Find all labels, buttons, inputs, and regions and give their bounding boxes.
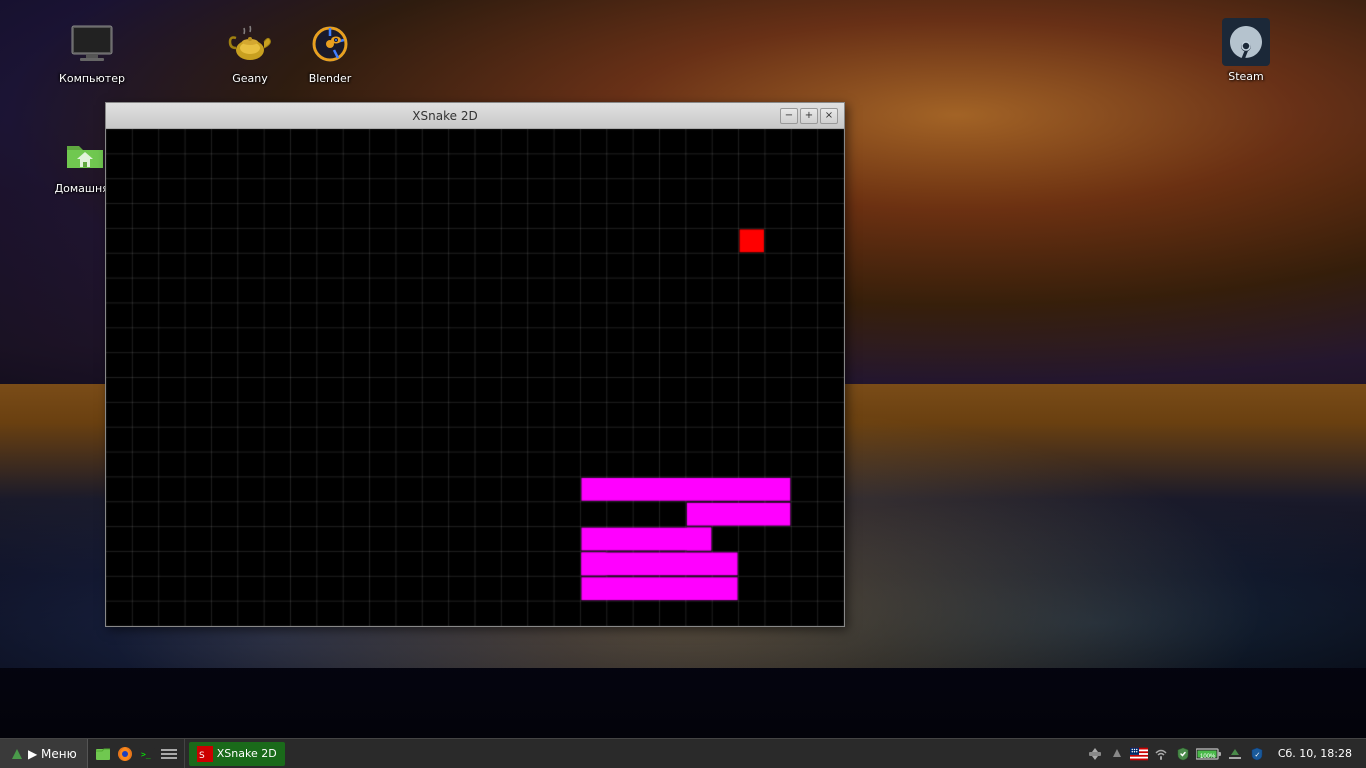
blender-icon (306, 20, 354, 68)
systray-security-icon[interactable]: ✓ (1248, 745, 1266, 763)
steam-icon (1222, 18, 1270, 66)
xsnake-window: XSnake 2D − + × (105, 102, 845, 627)
taskbar-clock: Сб. 10, 18:28 (1270, 747, 1360, 760)
systray-vpn-icon[interactable] (1174, 745, 1192, 763)
taskbar-terminal-icon[interactable]: >_ (136, 743, 158, 765)
svg-text:>_: >_ (141, 750, 151, 759)
taskbar-firefox-icon[interactable] (114, 743, 136, 765)
window-titlebar[interactable]: XSnake 2D − + × (106, 103, 844, 129)
menu-label: ▶ Меню (28, 747, 77, 761)
xsnake-taskbar-icon: S (197, 746, 213, 762)
xsnake-taskbar-label: XSnake 2D (217, 747, 277, 760)
window-maximize-button[interactable]: + (800, 108, 818, 124)
steam-icon-label: Steam (1228, 70, 1264, 83)
taskbar-settings-icon[interactable] (158, 743, 180, 765)
blender-icon-label: Blender (309, 72, 352, 85)
desktop-icon-computer[interactable]: Компьютер (52, 20, 132, 85)
game-canvas[interactable] (106, 129, 844, 626)
geany-icon-label: Geany (232, 72, 268, 85)
desktop-icon-steam[interactable]: Steam (1206, 18, 1286, 83)
systray-keyboard-icon[interactable] (1130, 745, 1148, 763)
taskbar-files-icon[interactable] (92, 743, 114, 765)
window-minimize-button[interactable]: − (780, 108, 798, 124)
svg-text:✓: ✓ (1254, 751, 1260, 759)
window-close-button[interactable]: × (820, 108, 838, 124)
taskbar-menu-button[interactable]: ▶ Меню (0, 739, 88, 768)
desktop-icon-geany[interactable]: Geany (210, 20, 290, 85)
window-title: XSnake 2D (112, 109, 778, 123)
home-icon (61, 130, 109, 178)
grid-canvas (106, 129, 844, 626)
taskbar: ▶ Меню >_ (0, 738, 1366, 768)
taskbar-quicklaunch: >_ (88, 739, 185, 768)
computer-icon-label: Компьютер (59, 72, 125, 85)
taskbar-apps: S XSnake 2D (185, 739, 1080, 768)
desktop-icon-blender[interactable]: Blender (290, 20, 370, 85)
computer-icon (68, 20, 116, 68)
svg-text:100%: 100% (1200, 754, 1216, 760)
systray-wifi-icon[interactable] (1152, 745, 1170, 763)
systray-expand-icon[interactable] (1086, 745, 1104, 763)
geany-icon (226, 20, 274, 68)
svg-text:S: S (199, 751, 205, 761)
desktop: Компьютер Geany (0, 0, 1366, 768)
window-controls: − + × (778, 108, 838, 124)
systray-update-icon[interactable] (1226, 745, 1244, 763)
taskbar-systray: 100% ✓ Сб. 10, 18:28 (1080, 739, 1366, 768)
menu-icon (10, 747, 24, 761)
taskbar-xsnake-item[interactable]: S XSnake 2D (189, 742, 285, 766)
systray-battery-icon[interactable]: 100% (1196, 745, 1222, 763)
systray-up-icon[interactable] (1108, 745, 1126, 763)
